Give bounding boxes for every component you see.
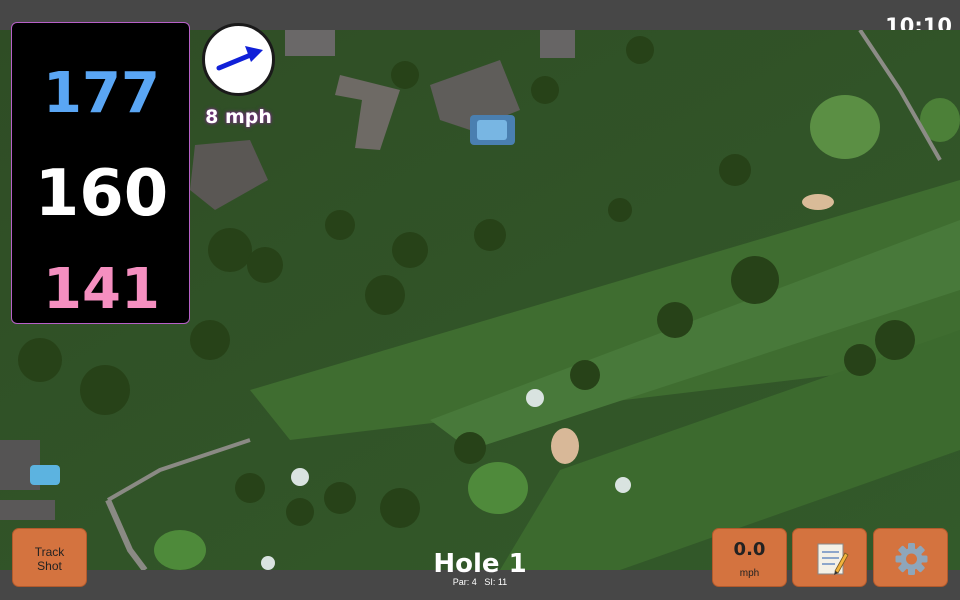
speed-value: 0.0	[733, 539, 766, 560]
distance-panel: 177 160 141	[11, 22, 190, 324]
track-shot-label-line2: Shot	[37, 559, 62, 573]
wind-direction-dial	[202, 23, 275, 96]
settings-button[interactable]	[873, 528, 948, 587]
speed-unit: mph	[739, 568, 760, 579]
arrow-right-up-icon	[216, 46, 263, 71]
front-distance: 141	[43, 257, 160, 322]
hole-par: Par: 4	[452, 577, 477, 587]
hole-info: Par: 4 SI: 11	[380, 577, 580, 587]
middle-distance: 160	[34, 157, 169, 231]
gear-icon	[895, 543, 928, 575]
track-shot-button[interactable]: Track Shot	[12, 528, 87, 587]
back-distance: 177	[43, 61, 160, 126]
notes-button[interactable]	[792, 528, 867, 587]
notepad-icon	[817, 543, 849, 575]
hole-stroke-index: SI: 11	[484, 577, 508, 587]
speed-button[interactable]: 0.0 mph	[712, 528, 787, 587]
wind-speed: 8 mph	[205, 106, 272, 128]
track-shot-label-line1: Track	[34, 545, 65, 559]
hole-title: Hole 1	[433, 549, 527, 579]
